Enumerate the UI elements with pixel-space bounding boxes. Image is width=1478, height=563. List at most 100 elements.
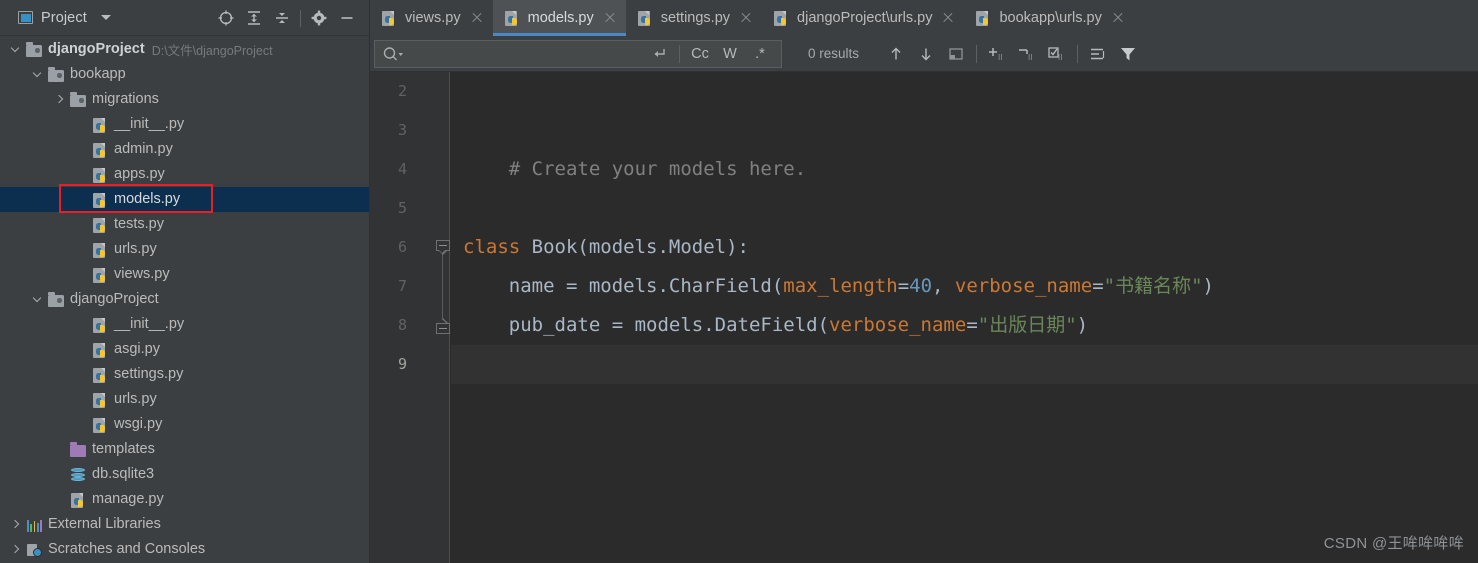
line-number: 8	[397, 316, 407, 334]
tree-item-__init__-py[interactable]: __init__.py	[0, 312, 369, 337]
regex-newline-icon[interactable]	[644, 40, 674, 68]
tree-item-urls-py[interactable]: urls.py	[0, 387, 369, 412]
filter-icon[interactable]	[1113, 40, 1143, 68]
editor-tab-models-py[interactable]: models.py	[492, 0, 626, 36]
code-line[interactable]	[451, 72, 1478, 111]
python-file-icon	[92, 392, 109, 408]
code-line[interactable]	[451, 189, 1478, 228]
chevron-down-icon[interactable]	[100, 15, 111, 20]
find-previous-icon[interactable]	[881, 40, 911, 68]
tree-item-settings-py[interactable]: settings.py	[0, 362, 369, 387]
tree-item-views-py[interactable]: views.py	[0, 262, 369, 287]
tab-close-icon[interactable]	[1111, 11, 1125, 25]
chevron-right-icon[interactable]	[10, 518, 23, 531]
tree-item-admin-py[interactable]: admin.py	[0, 137, 369, 162]
tree-item-label: migrations	[92, 91, 159, 108]
editor-gutter[interactable]: 2 3 4 5 6 7 8 9	[370, 72, 450, 563]
code-line[interactable]	[451, 345, 1478, 384]
tab-close-icon[interactable]	[470, 11, 484, 25]
chevron-down-icon[interactable]	[32, 68, 45, 81]
tree-item-djangoproject[interactable]: djangoProject D:\文件\djangoProject	[0, 37, 369, 62]
code-token: 40	[909, 275, 933, 297]
editor-tab-bookapp-urls-py[interactable]: bookapp\urls.py	[964, 0, 1133, 36]
external-libraries-icon	[26, 517, 43, 533]
hide-panel-icon[interactable]	[333, 4, 361, 32]
folder-icon	[48, 67, 65, 83]
find-in-selection-icon[interactable]	[1083, 40, 1113, 68]
fold-collapse-icon[interactable]	[436, 239, 450, 256]
add-selection-next-icon[interactable]: II	[982, 40, 1012, 68]
tree-item-path: D:\文件\djangoProject	[151, 44, 273, 58]
code-editor[interactable]: 2 3 4 5 6 7 8 9 # Create your models here. class…	[370, 72, 1478, 563]
tab-label: bookapp\urls.py	[999, 10, 1102, 26]
tree-item-__init__-py[interactable]: __init__.py	[0, 112, 369, 137]
python-file-icon	[773, 10, 790, 26]
tab-close-icon[interactable]	[603, 11, 617, 25]
tree-item-label: External Libraries	[48, 516, 161, 533]
project-panel: Project djangoProject D:\文件\djangoProjec…	[0, 0, 370, 563]
tree-item-scratches-and-consoles[interactable]: Scratches and Consoles	[0, 537, 369, 562]
select-all-icon[interactable]: II	[1042, 40, 1072, 68]
tree-item-asgi-py[interactable]: asgi.py	[0, 337, 369, 362]
code-token: =	[1092, 275, 1104, 297]
words-option[interactable]: W	[715, 46, 745, 62]
folder-icon	[26, 42, 43, 58]
code-token: )	[1076, 314, 1089, 336]
results-count: 0 results	[808, 46, 860, 61]
editor-tab-settings-py[interactable]: settings.py	[626, 0, 762, 36]
code-line[interactable]: name = models.CharField(max_length=40, v…	[451, 267, 1478, 306]
tree-item-db-sqlite3[interactable]: db.sqlite3	[0, 462, 369, 487]
find-divider-3	[1077, 44, 1079, 63]
tree-item-apps-py[interactable]: apps.py	[0, 162, 369, 187]
search-icon[interactable]	[382, 46, 404, 63]
tree-item-label: __init__.py	[114, 116, 185, 133]
tree-item-bookapp[interactable]: bookapp	[0, 62, 369, 87]
find-next-icon[interactable]	[911, 40, 941, 68]
tree-item-manage-py[interactable]: manage.py	[0, 487, 369, 512]
chevron-down-icon[interactable]	[10, 43, 23, 56]
tab-close-icon[interactable]	[739, 11, 753, 25]
folder-icon	[70, 92, 87, 108]
code-line[interactable]: pub_date = models.DateField(verbose_name…	[451, 306, 1478, 345]
collapse-all-icon[interactable]	[268, 4, 296, 32]
tree-item-wsgi-py[interactable]: wsgi.py	[0, 412, 369, 437]
code-line[interactable]	[451, 111, 1478, 150]
svg-text:II: II	[1028, 53, 1032, 62]
tree-item-templates[interactable]: templates	[0, 437, 369, 462]
locate-in-tree-icon[interactable]	[212, 4, 240, 32]
regex-option[interactable]: .*	[745, 46, 775, 62]
tree-item-label: templates	[92, 441, 155, 458]
svg-text:II: II	[1058, 53, 1062, 62]
tree-item-migrations[interactable]: migrations	[0, 87, 369, 112]
expand-all-icon[interactable]	[240, 4, 268, 32]
project-panel-title-group[interactable]: Project	[0, 10, 111, 26]
tree-item-tests-py[interactable]: tests.py	[0, 212, 369, 237]
tree-item-djangoproject[interactable]: djangoProject	[0, 287, 369, 312]
unselect-occurrence-icon[interactable]: II	[1012, 40, 1042, 68]
tree-item-label: urls.py	[114, 391, 157, 408]
settings-gear-icon[interactable]	[305, 4, 333, 32]
tree-item-label: wsgi.py	[114, 416, 163, 433]
chevron-down-icon[interactable]	[32, 293, 45, 306]
code-line[interactable]: # Create your models here.	[451, 150, 1478, 189]
python-file-icon	[70, 492, 87, 508]
editor-tab-views-py[interactable]: views.py	[370, 0, 493, 36]
tree-item-models-py[interactable]: models.py	[0, 187, 369, 212]
project-file-tree[interactable]: djangoProject D:\文件\djangoProject bookapp m…	[0, 36, 369, 563]
toolbar-divider	[300, 9, 301, 27]
tree-item-label: db.sqlite3	[92, 466, 155, 483]
code-line[interactable]: class Book(models.Model):	[451, 228, 1478, 267]
line-number: 4	[397, 160, 407, 178]
search-input[interactable]	[381, 45, 644, 62]
project-window-icon	[18, 11, 33, 24]
chevron-right-icon[interactable]	[54, 93, 67, 106]
fold-region-end-icon[interactable]	[436, 317, 450, 334]
select-all-occurrences-icon[interactable]	[941, 40, 971, 68]
search-field-wrapper[interactable]: Cc W .*	[374, 39, 782, 68]
editor-tab-djangoproject-urls-py[interactable]: djangoProject\urls.py	[762, 0, 964, 36]
tree-item-urls-py[interactable]: urls.py	[0, 237, 369, 262]
match-case-option[interactable]: Cc	[685, 46, 715, 62]
tree-item-external-libraries[interactable]: External Libraries	[0, 512, 369, 537]
tab-close-icon[interactable]	[941, 11, 955, 25]
chevron-right-icon[interactable]	[10, 543, 23, 556]
